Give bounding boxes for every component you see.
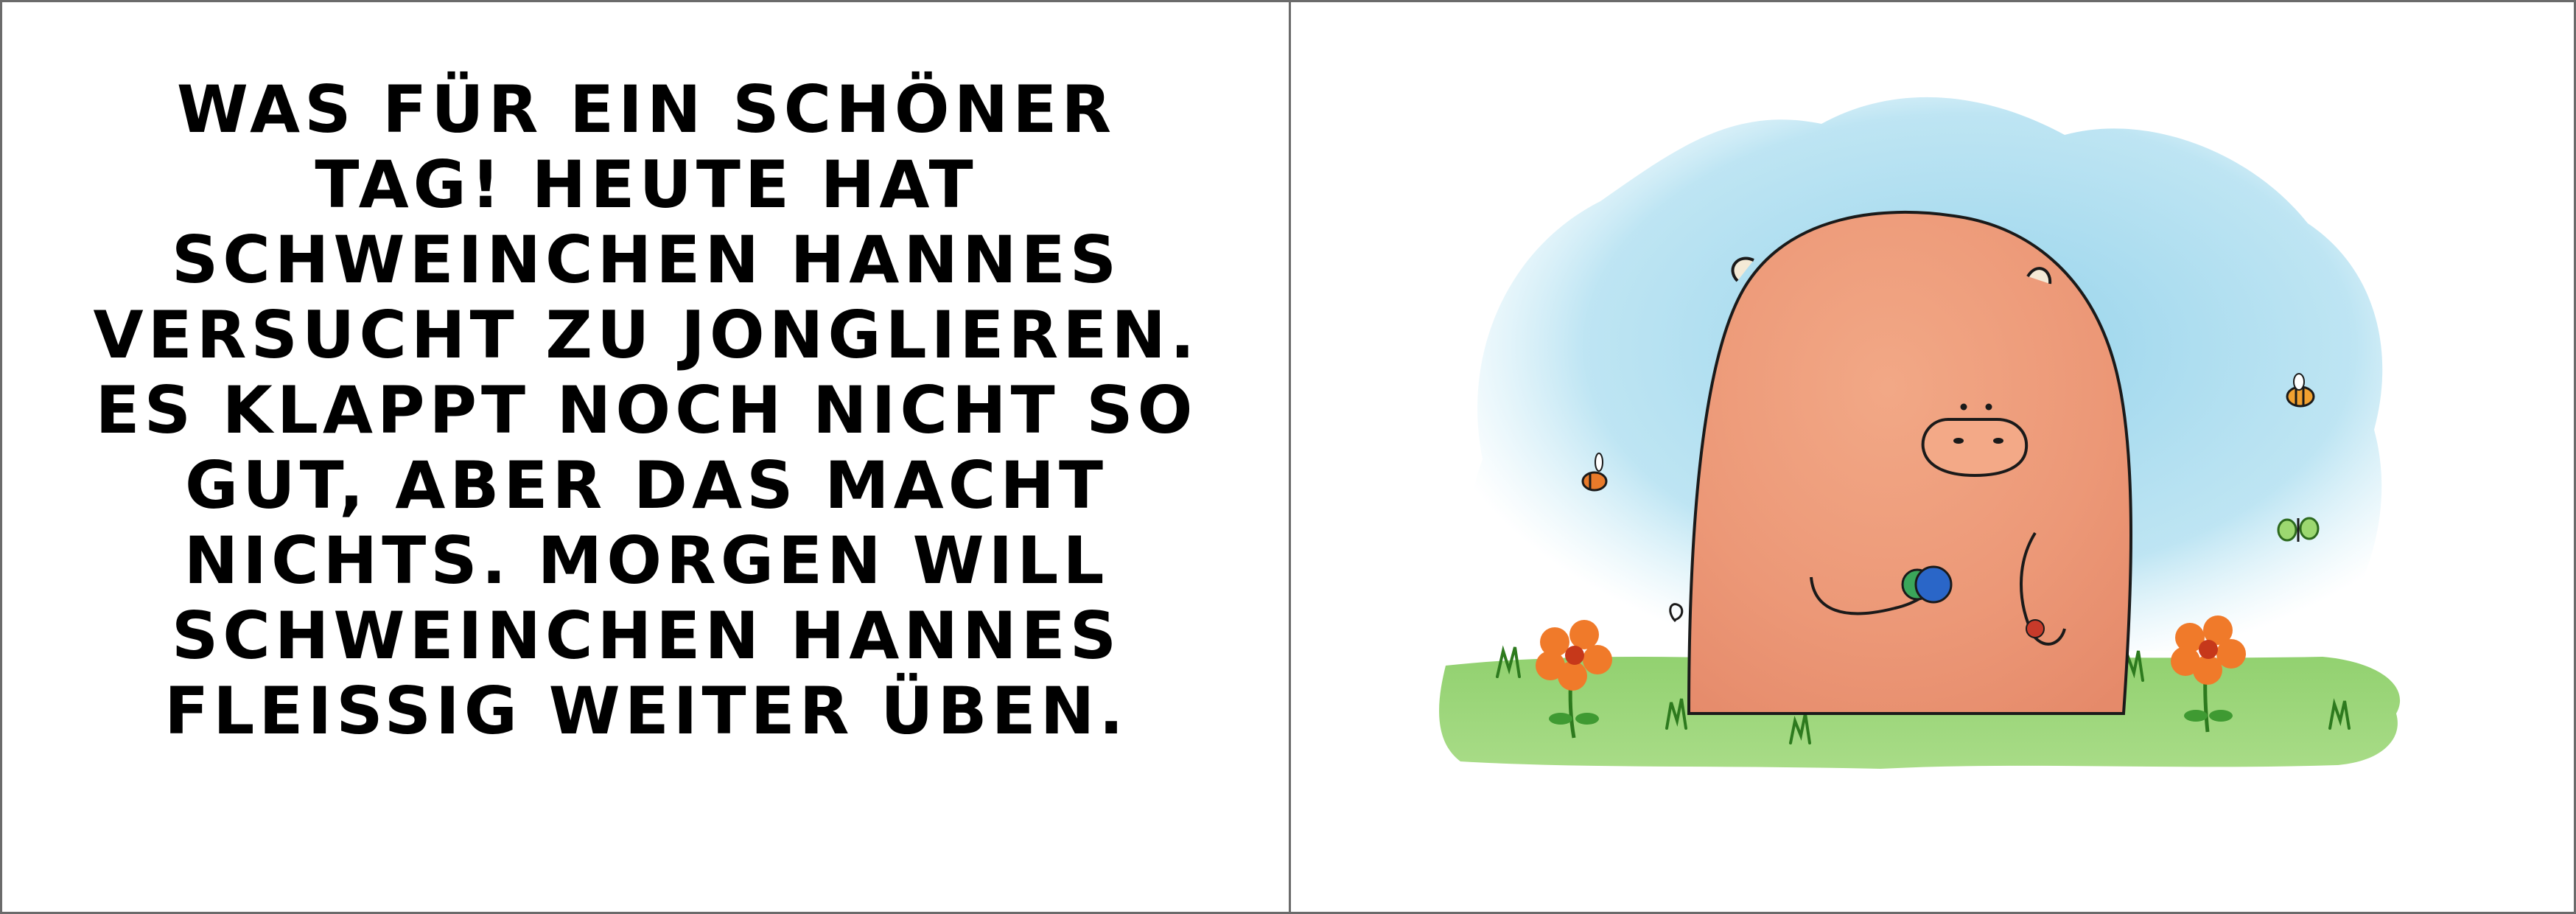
pig-right-eye [1985,403,1992,411]
pig-nostril [1953,438,1964,444]
story-line: FLEISSIG WEITER ÜBEN. [164,673,1128,749]
juggling-ball-blue [1914,565,1953,604]
text-page: WAS FÜR EIN SCHÖNER TAG! HEUTE HAT SCHWE… [2,2,1290,912]
pig-left-eye [1960,403,1967,411]
story-text: WAS FÜR EIN SCHÖNER TAG! HEUTE HAT SCHWE… [32,72,1261,749]
pig-body [1687,210,2132,715]
book-spread: WAS FÜR EIN SCHÖNER TAG! HEUTE HAT SCHWE… [0,0,2576,914]
pig-snout [1921,418,2029,478]
butterfly [2277,517,2320,542]
story-line: TAG! HEUTE HAT [315,147,978,223]
story-line: ES KLAPPT NOCH NICHT SO [95,372,1197,448]
story-line: WAS FÜR EIN SCHÖNER [176,71,1116,147]
story-line: SCHWEINCHEN HANNES [171,598,1121,674]
story-line: VERSUCHT ZU JONGLIEREN. [93,297,1200,373]
story-line: NICHTS. MORGEN WILL [183,523,1109,599]
illustration-page [1291,2,2574,912]
juggling-ball-red [2026,619,2045,638]
pig-illustration [1439,97,2401,769]
story-line: GUT, ABER DAS MACHT [184,447,1108,523]
story-line: SCHWEINCHEN HANNES [171,222,1121,298]
pig-nostril [1993,438,2003,444]
